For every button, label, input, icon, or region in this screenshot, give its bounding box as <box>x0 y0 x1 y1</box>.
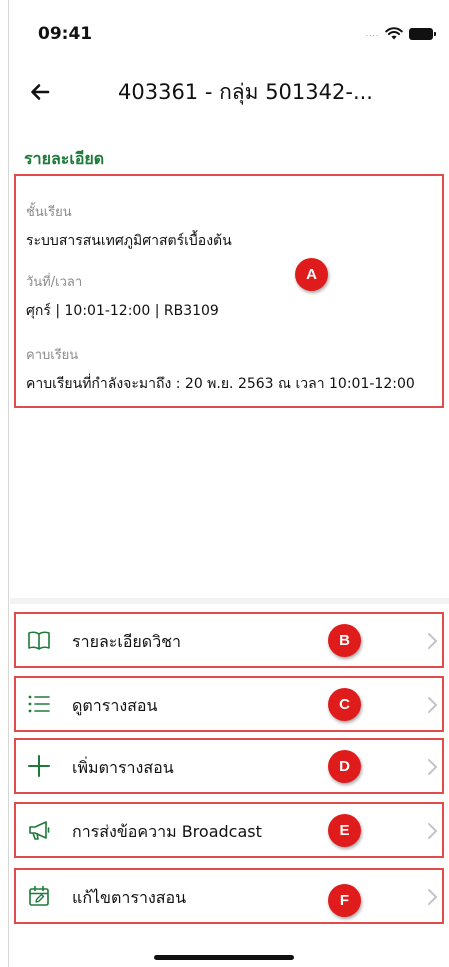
menu-item-add-schedule[interactable]: เพิ่มตารางสอน D <box>14 738 444 794</box>
nav-bar: 403361 - กลุ่ม 501342-... <box>0 64 449 120</box>
datetime-value: ศุกร์ | 10:01-12:00 | RB3109 <box>26 303 219 319</box>
menu-label-course-details: รายละเอียดวิชา <box>72 632 182 651</box>
book-open-icon <box>28 631 50 650</box>
details-card: ชั้นเรียน ระบบสารสนเทศภูมิศาสตร์เบื้องต้… <box>14 174 444 408</box>
megaphone-icon <box>29 821 50 840</box>
list-icon <box>28 695 50 713</box>
annotation-badge-d: D <box>328 750 361 783</box>
class-value: ระบบสารสนเทศภูมิศาสตร์เบื้องต้น <box>26 233 232 249</box>
menu-label-edit-schedule: แก้ไขตารางสอน <box>72 888 187 907</box>
chevron-right-icon <box>428 697 437 713</box>
menu-label-add-schedule: เพิ่มตารางสอน <box>72 758 174 777</box>
chevron-right-icon <box>428 633 437 649</box>
home-indicator[interactable] <box>154 955 294 960</box>
back-button[interactable] <box>24 76 56 108</box>
period-label: คาบเรียน <box>26 348 79 363</box>
annotation-badge-f: F <box>328 884 361 917</box>
menu-separator <box>10 598 449 604</box>
annotation-badge-c: C <box>328 688 361 721</box>
menu-label-broadcast: การส่งข้อความ Broadcast <box>72 822 262 841</box>
status-time: 09:41 <box>38 24 93 44</box>
menu-item-edit-schedule[interactable]: แก้ไขตารางสอน F <box>14 868 444 924</box>
menu-item-view-schedule[interactable]: ดูตารางสอน C <box>14 676 444 732</box>
menu-label-view-schedule: ดูตารางสอน <box>72 696 158 715</box>
plus-icon <box>28 755 50 777</box>
datetime-label: วันที่/เวลา <box>26 275 83 290</box>
back-arrow-icon <box>31 84 50 100</box>
annotation-badge-a: A <box>295 258 328 291</box>
wifi-icon <box>385 27 403 40</box>
status-icons: .... <box>365 27 436 40</box>
status-bar: 09:41 .... <box>0 0 449 64</box>
menu-item-broadcast[interactable]: การส่งข้อความ Broadcast E <box>14 802 444 858</box>
chevron-right-icon <box>428 759 437 775</box>
page-title: 403361 - กลุ่ม 501342-... <box>118 80 373 104</box>
menu-item-course-details[interactable]: รายละเอียดวิชา B <box>14 612 444 668</box>
details-heading: รายละเอียด <box>24 149 105 168</box>
calendar-edit-icon <box>29 885 49 906</box>
chevron-right-icon <box>428 823 437 839</box>
class-label: ชั้นเรียน <box>26 205 72 220</box>
chevron-right-icon <box>428 889 437 905</box>
annotation-badge-e: E <box>328 814 361 847</box>
battery-icon <box>409 27 436 40</box>
screen-border <box>8 0 9 967</box>
annotation-badge-b: B <box>328 624 361 657</box>
signal-icon: .... <box>365 28 379 39</box>
period-value: คาบเรียนที่กำลังจะมาถึง : 20 พ.ย. 2563 ณ… <box>26 376 415 392</box>
